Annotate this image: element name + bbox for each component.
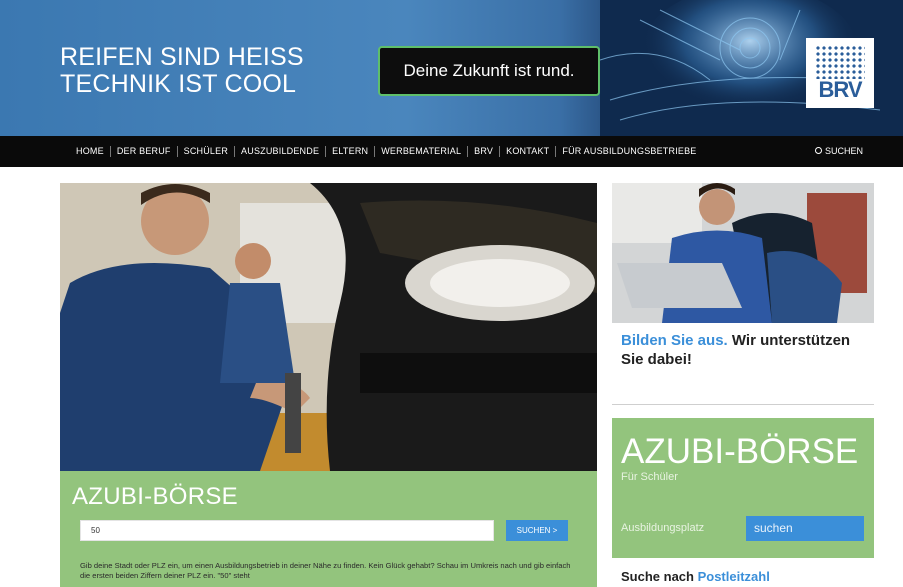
sidebar-azubi-boerse-box: AZUBI-BÖRSE Für Schüler Ausbildungsplatz…	[612, 418, 874, 558]
nav-item-brv[interactable]: BRV	[468, 146, 501, 157]
nav-search-link[interactable]: SUCHEN	[814, 136, 863, 167]
site-header: REIFEN SIND HEISS TECHNIK IST COOL Deine…	[0, 0, 903, 136]
logo-text: BRV	[818, 77, 862, 102]
nav-item-werbematerial[interactable]: WERBEMATERIAL	[375, 146, 469, 157]
sidebar-boerse-subtitle: Für Schüler	[621, 471, 678, 483]
boerse-title: AZUBI-BÖRSE	[72, 483, 238, 510]
boerse-description: Gib deine Stadt oder PLZ ein, um einen A…	[80, 561, 571, 580]
brv-logo[interactable]: BRV	[806, 38, 874, 108]
sidebar-illustration	[612, 183, 874, 323]
nav-item-der-beruf[interactable]: DER BERUF	[111, 146, 178, 157]
tagline-banner: Deine Zukunft ist rund.	[378, 46, 600, 96]
hero-illustration	[60, 183, 597, 471]
plz-link[interactable]: Postleitzahl	[698, 569, 770, 584]
sidebar-image-mechanic-laptop	[612, 183, 874, 323]
search-icon	[814, 147, 822, 154]
logo-dot-pattern	[815, 45, 865, 79]
nav-search-label: SUCHEN	[824, 146, 863, 156]
slogan-line-2: TECHNIK IST COOL	[60, 70, 297, 98]
plz-prefix: Suche nach	[621, 569, 698, 584]
ausbilden-heading: Bilden Sie aus. Wir unterstützen Sie dab…	[621, 331, 871, 369]
slogan: REIFEN SIND HEISS TECHNIK IST COOL	[60, 44, 304, 98]
hero-image-mechanics	[60, 183, 597, 471]
plz-search-heading: Suche nach Postleitzahl	[621, 569, 770, 584]
main-navigation: HOME DER BERUF SCHÜLER AUSZUBILDENDE ELT…	[0, 136, 903, 167]
page: REIFEN SIND HEISS TECHNIK IST COOL Deine…	[0, 0, 903, 587]
azubi-boerse-panel: AZUBI-BÖRSE SUCHEN > Gib deine Stadt ode…	[60, 471, 597, 587]
plz-search-input[interactable]	[80, 520, 494, 541]
ausbilden-link[interactable]: Bilden Sie aus.	[621, 332, 728, 349]
nav-item-home[interactable]: HOME	[76, 146, 111, 157]
sidebar-boerse-title: AZUBI-BÖRSE	[621, 432, 859, 471]
ausbildungsplatz-search-input[interactable]: suchen	[746, 516, 864, 541]
nav-item-eltern[interactable]: ELTERN	[326, 146, 376, 157]
nav-item-auszubildende[interactable]: AUSZUBILDENDE	[235, 146, 327, 157]
slogan-line-1: REIFEN SIND HEISS	[60, 43, 304, 71]
sidebar-divider	[612, 404, 874, 405]
boerse-search-button[interactable]: SUCHEN >	[506, 520, 568, 541]
nav-item-schueler[interactable]: SCHÜLER	[178, 146, 236, 157]
nav-item-ausbildungsbetriebe[interactable]: FÜR AUSBILDUNGSBETRIEBE	[556, 146, 702, 157]
ausbildungsplatz-label: Ausbildungsplatz	[621, 522, 705, 534]
nav-item-kontakt[interactable]: KONTAKT	[500, 146, 557, 157]
